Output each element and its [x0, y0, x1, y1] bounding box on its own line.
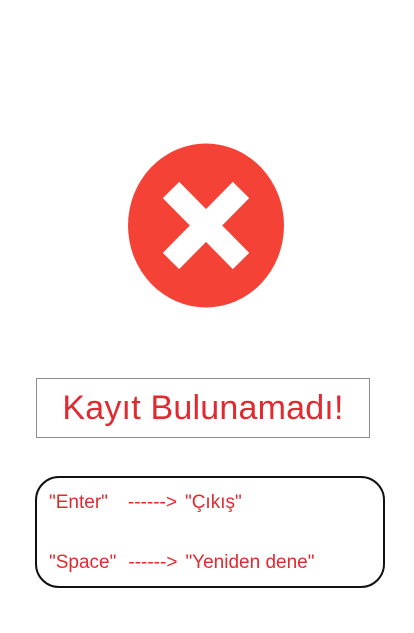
hint-action-exit: "Çıkış" [184, 492, 242, 513]
hint-arrow: ------> [127, 492, 177, 513]
hint-action-retry: "Yeniden dene" [185, 552, 315, 573]
key-hints-panel: "Enter" ------> "Çıkış" "Space" ------> … [35, 476, 385, 588]
hint-key-space: "Space" [49, 552, 117, 573]
error-message: Kayıt Bulunamadı! [62, 388, 344, 427]
error-message-box: Kayıt Bulunamadı! [36, 378, 370, 438]
hint-row-enter: "Enter" ------> "Çıkış" [49, 492, 383, 514]
hint-row-space: "Space" ------> "Yeniden dene" [49, 552, 383, 574]
hint-arrow: ------> [128, 552, 178, 573]
error-x-icon [127, 143, 285, 308]
hint-key-enter: "Enter" [49, 492, 108, 513]
